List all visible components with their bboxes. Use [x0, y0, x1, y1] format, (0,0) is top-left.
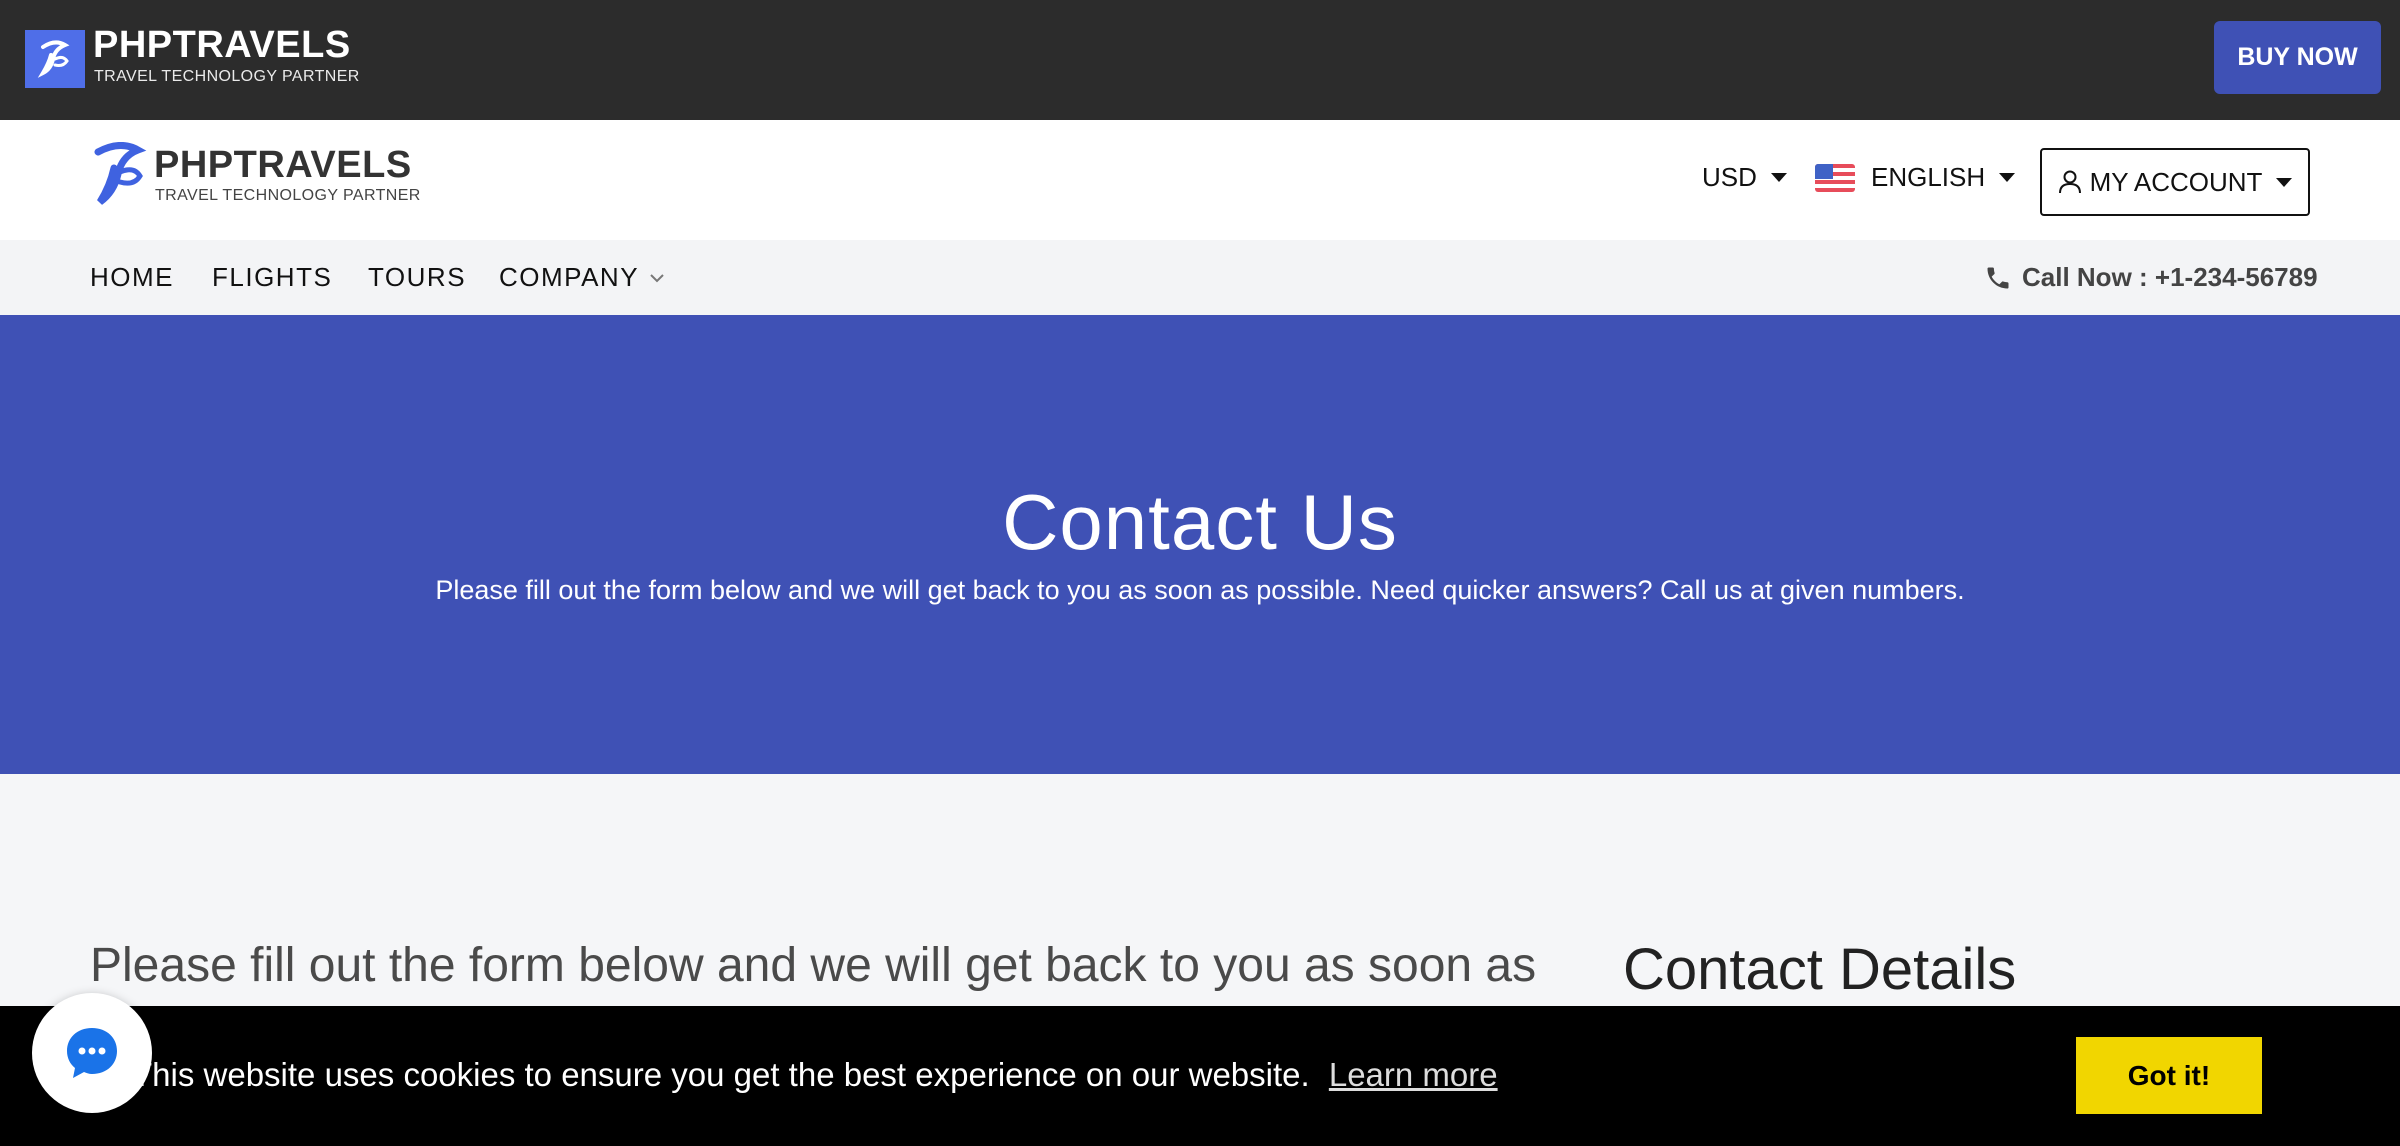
hero-subtitle: Please fill out the form below and we wi…	[435, 575, 1965, 605]
hero-banner: Contact Us Please fill out the form belo…	[0, 315, 2400, 774]
currency-dropdown[interactable]: USD	[1702, 162, 1787, 193]
contact-details-heading: Contact Details	[1623, 937, 2017, 1002]
brand-tagline: TRAVEL TECHNOLOGY PARTNER	[94, 68, 360, 85]
nav-company[interactable]: COMPANY	[499, 262, 665, 293]
nav-home[interactable]: HOME	[90, 262, 174, 293]
brand-name[interactable]: PHPTRAVELS	[93, 26, 351, 64]
top-bar: PHPTRAVELS TRAVEL TECHNOLOGY PARTNER BUY…	[0, 0, 2400, 120]
caret-down-icon	[2276, 177, 2293, 187]
user-icon	[2058, 170, 2081, 194]
my-account-label: MY ACCOUNT	[2089, 166, 2263, 197]
learn-more-link[interactable]: Learn more	[1329, 1056, 1498, 1093]
call-now[interactable]: Call Now : +1-234-56789	[1984, 262, 2318, 293]
nav-tours[interactable]: TOURS	[368, 262, 466, 293]
caret-down-icon	[1999, 173, 2016, 182]
nav-flights[interactable]: FLIGHTS	[212, 262, 332, 293]
cookie-message: This website uses cookies to ensure you …	[132, 1056, 1310, 1093]
brand-name[interactable]: PHPTRAVELS	[154, 146, 412, 184]
brand-tagline: TRAVEL TECHNOLOGY PARTNER	[155, 187, 421, 204]
nav-company-label: COMPANY	[499, 262, 640, 292]
logo-icon[interactable]	[92, 142, 148, 206]
chevron-down-icon	[650, 273, 664, 282]
page-title: Contact Us	[1002, 478, 1398, 566]
language-label: ENGLISH	[1871, 162, 1986, 192]
got-it-button[interactable]: Got it!	[2076, 1037, 2262, 1114]
nav-bar: HOME FLIGHTS TOURS COMPANY Call Now : +1…	[0, 240, 2400, 315]
chat-icon	[67, 1028, 117, 1078]
cookie-message-row: This website uses cookies to ensure you …	[132, 1056, 1498, 1094]
buy-now-button[interactable]: BUY NOW	[2214, 21, 2381, 94]
currency-label: USD	[1702, 162, 1757, 192]
logo-icon[interactable]	[25, 30, 85, 88]
caret-down-icon	[1770, 173, 1787, 182]
flag-us-icon	[1815, 163, 1855, 192]
call-now-label: Call Now : +1-234-56789	[2022, 262, 2318, 292]
my-account-button[interactable]: MY ACCOUNT	[2040, 148, 2310, 216]
chat-button[interactable]	[32, 993, 152, 1113]
language-dropdown[interactable]: ENGLISH	[1815, 162, 2016, 193]
main-header: PHPTRAVELS TRAVEL TECHNOLOGY PARTNER USD…	[0, 120, 2400, 240]
phone-icon	[1987, 267, 2009, 288]
cookie-banner: This website uses cookies to ensure you …	[0, 1006, 2400, 1146]
